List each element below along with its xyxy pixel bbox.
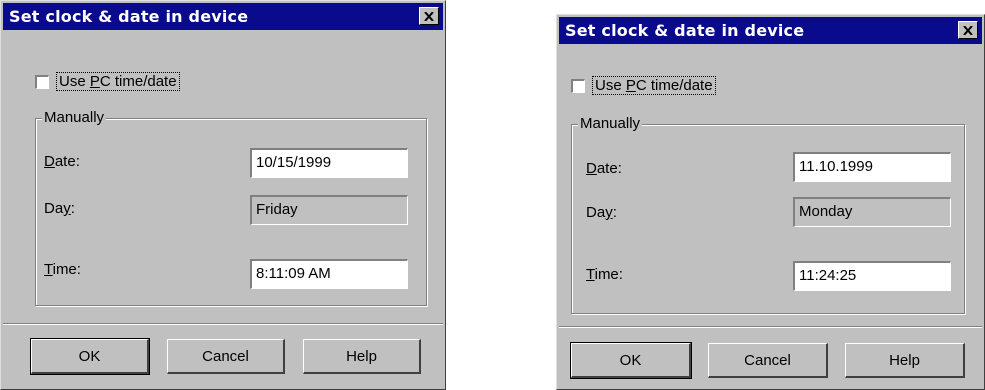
set-clock-dialog-right: Set clock & date in device Use PC time/d… [556,14,985,390]
date-input[interactable]: 10/15/1999 [250,148,408,178]
use-pc-time-checkbox[interactable] [35,74,49,89]
close-icon [424,11,434,21]
ok-button[interactable]: OK [570,342,692,379]
cancel-button[interactable]: Cancel [708,343,828,378]
time-label: Time: [586,266,623,283]
title-bar[interactable]: Set clock & date in device [3,3,443,30]
date-label: Date: [44,153,80,170]
use-pc-time-checkbox-row[interactable]: Use PC time/date [571,76,716,95]
help-button[interactable]: Help [303,339,421,374]
dialog-title: Set clock & date in device [9,7,249,26]
close-icon [963,25,973,35]
day-label: Day: [44,200,75,217]
manually-group-label: Manually [42,109,107,126]
day-label: Day: [586,204,617,221]
ok-button[interactable]: OK [30,338,150,375]
help-button[interactable]: Help [845,343,965,378]
date-label: Date: [586,160,622,177]
close-button[interactable] [419,7,439,25]
title-bar[interactable]: Set clock & date in device [559,17,982,44]
close-button[interactable] [958,21,978,39]
separator [3,323,443,325]
use-pc-time-label[interactable]: Use PC time/date [56,72,180,91]
use-pc-time-checkbox-row[interactable]: Use PC time/date [35,72,180,91]
day-field: Monday [793,197,951,227]
use-pc-time-label[interactable]: Use PC time/date [592,76,716,95]
use-pc-time-checkbox[interactable] [571,78,585,93]
time-input[interactable]: 11:24:25 [793,261,951,291]
cancel-button[interactable]: Cancel [167,339,285,374]
time-input[interactable]: 8:11:09 AM [250,259,408,289]
manually-group-label: Manually [578,115,643,132]
dialog-title: Set clock & date in device [565,21,805,40]
set-clock-dialog-left: Set clock & date in device Use PC time/d… [0,0,446,390]
separator [559,326,982,328]
day-field: Friday [250,195,408,225]
date-input[interactable]: 11.10.1999 [793,152,951,182]
time-label: Time: [44,261,81,278]
